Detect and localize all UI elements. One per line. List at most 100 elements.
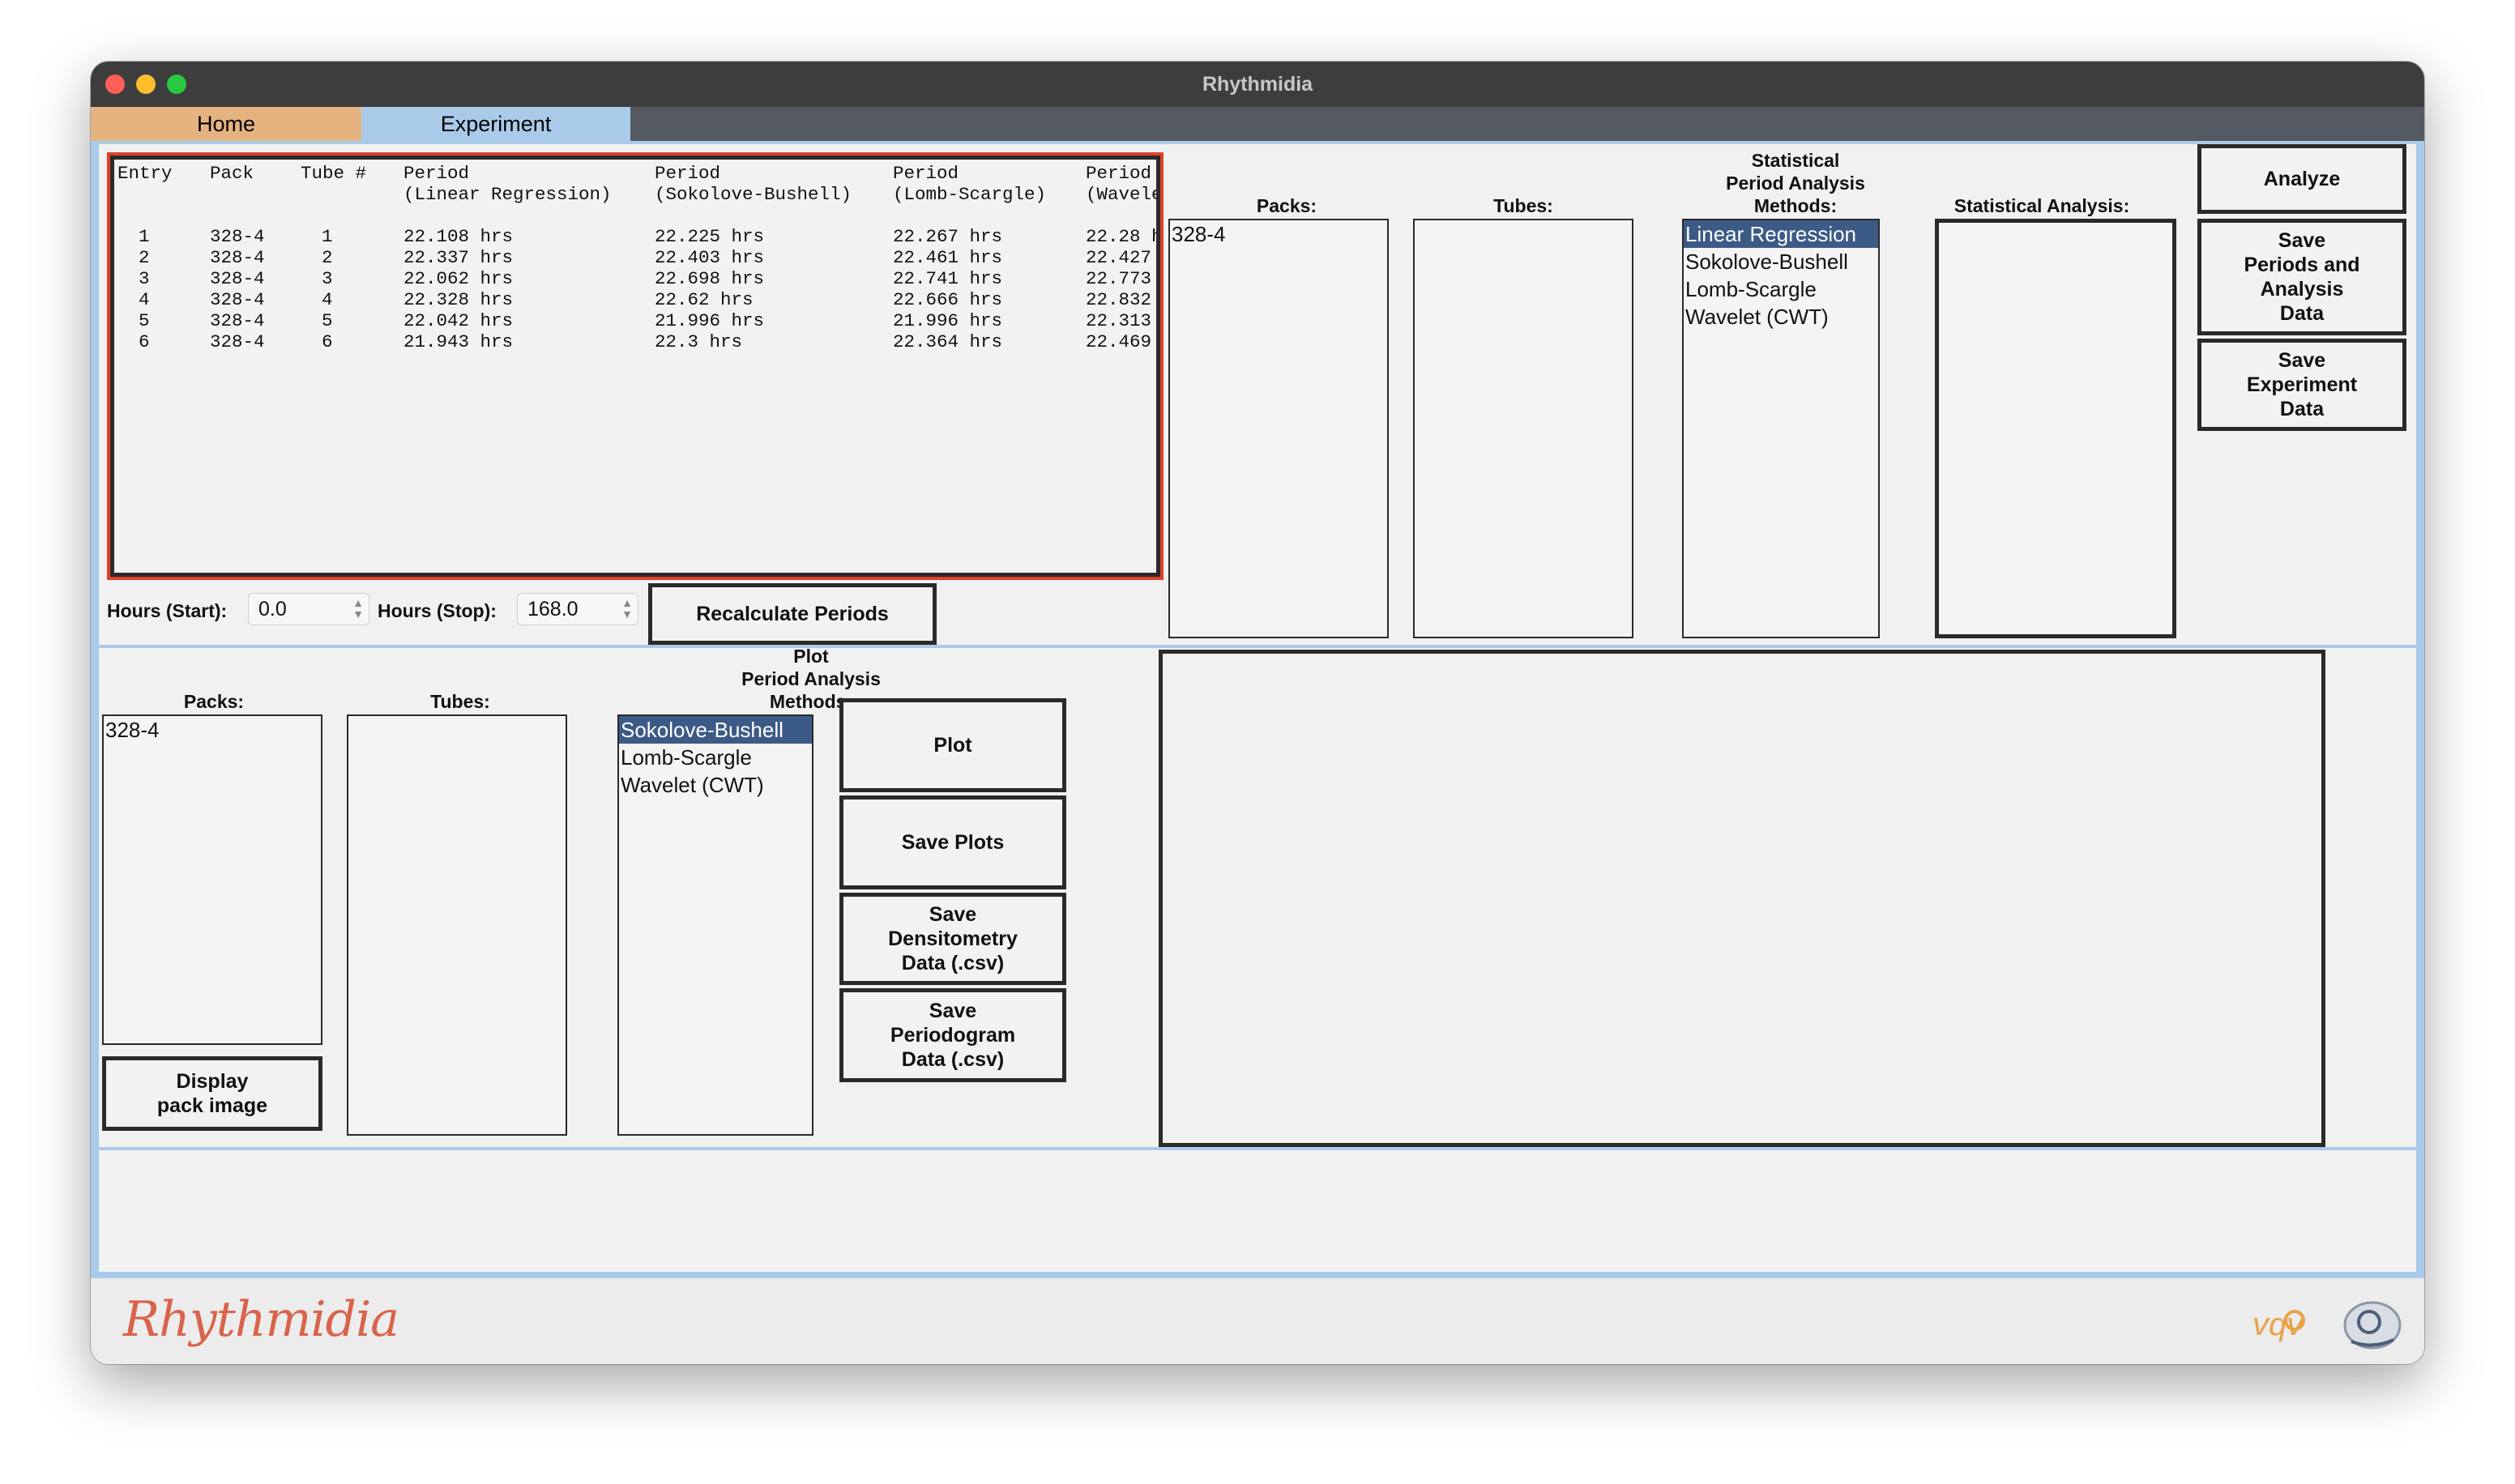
- table-row-2-wl: 22.427: [1086, 247, 1152, 268]
- header-period-ls: Period: [893, 163, 959, 184]
- hours-stop-input[interactable]: 168.0 ▲ ▼: [517, 593, 638, 625]
- list-item[interactable]: Sokolove-Bushell: [619, 716, 812, 744]
- recalculate-periods-button[interactable]: Recalculate Periods: [648, 583, 937, 645]
- table-row-5-ls: 21.996 hrs: [893, 310, 1003, 331]
- hours-stop-label: Hours (Stop):: [378, 600, 497, 621]
- app-window: Rhythmidia Home Experiment Entry Pack Tu…: [91, 62, 2424, 1364]
- stepper-arrows-icon[interactable]: ▲ ▼: [621, 597, 633, 620]
- table-row-2-entry: 2: [139, 247, 150, 268]
- table-row-1-wl: 22.28 hrs: [1086, 226, 1156, 247]
- save-exp-line-2: Experiment: [2246, 373, 2358, 396]
- header-period-wl: Period: [1086, 163, 1152, 184]
- table-row-5-wl: 22.313: [1086, 310, 1152, 331]
- periods-table[interactable]: Entry Pack Tube # Period (Linear Regress…: [107, 152, 1164, 580]
- table-row-3-pack: 328-4: [210, 268, 265, 289]
- list-item[interactable]: Lomb-Scargle: [619, 744, 812, 771]
- list-item[interactable]: Sokolove-Bushell: [1684, 248, 1878, 275]
- table-row-6-lr: 21.943 hrs: [404, 331, 514, 352]
- header-period-sb-method: (Sokolove-Bushell): [655, 184, 852, 205]
- analyze-button[interactable]: Analyze: [2197, 144, 2406, 214]
- tab-home[interactable]: Home: [91, 107, 361, 141]
- periods-panel: Entry Pack Tube # Period (Linear Regress…: [99, 144, 1167, 645]
- table-row-6-wl: 22.469: [1086, 331, 1152, 352]
- plot-methods-list[interactable]: Sokolove-Bushell Lomb-Scargle Wavelet (C…: [617, 714, 813, 1136]
- plot-tubes-list[interactable]: [347, 714, 567, 1136]
- footer: Rhythmidia vqv: [91, 1278, 2424, 1364]
- table-row-1-sb: 22.225 hrs: [655, 226, 765, 247]
- maximize-window-button[interactable]: [167, 75, 186, 94]
- hours-start-input[interactable]: 0.0 ▲ ▼: [248, 593, 369, 625]
- save-periods-line-1: Save: [2278, 229, 2326, 252]
- table-row-3-wl: 22.773: [1086, 268, 1152, 289]
- save-exp-line-1: Save: [2278, 349, 2326, 372]
- table-row-1-entry: 1: [139, 226, 150, 247]
- hours-start-label: Hours (Start):: [107, 600, 228, 621]
- minimize-window-button[interactable]: [136, 75, 156, 94]
- plot-methods-label-1: Plot: [793, 646, 829, 667]
- table-row-6-ls: 22.364 hrs: [893, 331, 1003, 352]
- header-tube: Tube #: [301, 163, 367, 184]
- list-item[interactable]: 328-4: [104, 716, 321, 744]
- save-perio-line-3: Data (.csv): [901, 1048, 1005, 1071]
- save-experiment-data-button[interactable]: Save Experiment Data: [2197, 339, 2406, 431]
- plot-canvas: [1159, 650, 2325, 1147]
- plot-packs-list[interactable]: 328-4: [102, 714, 322, 1045]
- table-row-4-lr: 22.328 hrs: [404, 289, 514, 310]
- stats-methods-label-1: Statistical: [1751, 150, 1840, 171]
- stats-methods-list[interactable]: Linear Regression Sokolove-Bushell Lomb-…: [1682, 219, 1880, 638]
- save-dens-line-2: Densitometry: [888, 927, 1018, 950]
- save-plots-button[interactable]: Save Plots: [839, 795, 1066, 889]
- display-pack-line-1: Display: [176, 1070, 249, 1093]
- list-item[interactable]: Linear Regression: [1684, 220, 1878, 248]
- table-row-6-sb: 22.3 hrs: [655, 331, 743, 352]
- stepper-arrows-icon[interactable]: ▲ ▼: [352, 597, 364, 620]
- save-periods-line-2: Periods and: [2244, 254, 2360, 276]
- table-row-3-entry: 3: [139, 268, 150, 289]
- close-window-button[interactable]: [105, 75, 125, 94]
- table-row-2-sb: 22.403 hrs: [655, 247, 765, 268]
- list-item[interactable]: Wavelet (CWT): [619, 771, 812, 799]
- table-row-1-lr: 22.108 hrs: [404, 226, 514, 247]
- list-item[interactable]: Lomb-Scargle: [1684, 275, 1878, 303]
- tab-experiment[interactable]: Experiment: [361, 107, 630, 141]
- table-row-3-tube: 3: [322, 268, 333, 289]
- stats-packs-list[interactable]: 328-4: [1168, 219, 1389, 638]
- statistical-analysis-output: [1935, 219, 2176, 638]
- hours-start-value: 0.0: [258, 598, 287, 620]
- save-perio-line-1: Save: [929, 1000, 977, 1022]
- list-item[interactable]: 328-4: [1170, 220, 1387, 248]
- plot-methods-label-2: Period Analysis: [741, 668, 881, 689]
- table-row-5-sb: 21.996 hrs: [655, 310, 765, 331]
- table-row-6-tube: 6: [322, 331, 333, 352]
- table-row-4-entry: 4: [139, 289, 150, 310]
- header-period-sb: Period: [655, 163, 721, 184]
- header-period-lr-method: (Linear Regression): [404, 184, 612, 205]
- statistical-analysis-label: Statistical Analysis:: [1954, 195, 2130, 216]
- display-pack-image-button[interactable]: Display pack image: [102, 1056, 322, 1131]
- stats-tubes-list[interactable]: [1413, 219, 1633, 638]
- save-densitometry-button[interactable]: Save Densitometry Data (.csv): [839, 893, 1066, 985]
- stats-tubes-label: Tubes:: [1493, 195, 1553, 216]
- save-dens-line-1: Save: [929, 903, 977, 926]
- table-row-2-pack: 328-4: [210, 247, 265, 268]
- save-periods-line-4: Data: [2279, 302, 2325, 325]
- table-row-3-sb: 22.698 hrs: [655, 268, 765, 289]
- hours-stop-value: 168.0: [527, 598, 579, 620]
- list-item[interactable]: Wavelet (CWT): [1684, 303, 1878, 330]
- stats-methods-label-3: Methods:: [1753, 195, 1838, 216]
- table-row-5-pack: 328-4: [210, 310, 265, 331]
- header-entry: Entry: [117, 163, 173, 184]
- table-row-2-ls: 22.461 hrs: [893, 247, 1003, 268]
- display-pack-line-2: pack image: [156, 1094, 268, 1117]
- plot-button[interactable]: Plot: [839, 698, 1066, 792]
- table-row-4-sb: 22.62 hrs: [655, 289, 754, 310]
- institution-logo-icon: vqv: [2252, 1301, 2402, 1350]
- rhythmidia-logo: Rhythmidia: [123, 1291, 399, 1348]
- table-row-1-tube: 1: [322, 226, 333, 247]
- table-row-2-lr: 22.337 hrs: [404, 247, 514, 268]
- save-periodogram-button[interactable]: Save Periodogram Data (.csv): [839, 988, 1066, 1082]
- table-row-5-tube: 5: [322, 310, 333, 331]
- save-periods-analysis-button[interactable]: Save Periods and Analysis Data: [2197, 219, 2406, 335]
- stats-packs-label: Packs:: [1256, 195, 1317, 216]
- stats-methods-label-2: Period Analysis: [1726, 173, 1865, 194]
